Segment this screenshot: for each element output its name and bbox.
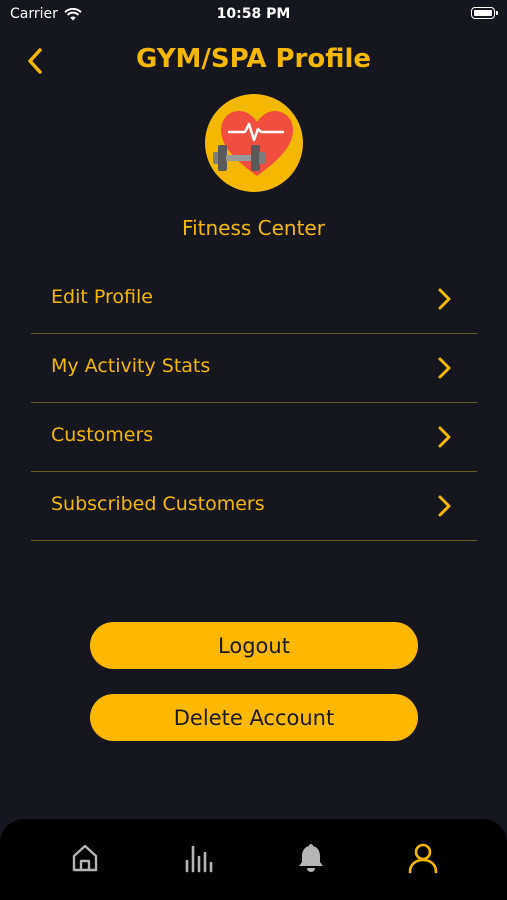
menu-item-label: Edit Profile [51,286,153,308]
status-time: 10:58 PM [216,6,291,22]
chevron-right-icon [438,495,451,517]
chevron-right-icon [438,426,451,448]
avatar [205,94,303,192]
menu-item-label: Subscribed Customers [51,493,265,515]
chevron-right-icon [438,288,451,310]
tab-home[interactable] [68,841,102,875]
menu-item-customers[interactable]: Customers [31,403,477,472]
bell-icon [299,844,323,872]
menu-item-label: Customers [51,424,154,446]
heart-dumbbell-icon [213,111,293,176]
tab-stats[interactable] [181,841,215,875]
tab-notifications[interactable] [294,841,328,875]
chevron-right-icon [438,357,451,379]
menu-item-edit-profile[interactable]: Edit Profile [31,265,477,334]
page-title: GYM/SPA Profile [135,44,372,74]
user-icon [408,843,438,874]
tab-bar [0,819,507,900]
menu-item-activity-stats[interactable]: My Activity Stats [31,334,477,403]
logout-button[interactable]: Logout [90,622,418,669]
bar-chart-icon [185,845,213,873]
battery-icon [471,7,498,19]
profile-name: Fitness Center [182,216,325,240]
tab-profile[interactable] [406,841,440,875]
menu-item-subscribed-customers[interactable]: Subscribed Customers [31,472,477,541]
status-bar: Carrier 10:58 PM [0,0,507,28]
delete-account-button[interactable]: Delete Account [90,694,418,741]
menu-item-label: My Activity Stats [51,355,211,377]
home-icon [72,844,98,872]
profile-menu: Edit Profile My Activity Stats Customers… [31,265,477,541]
